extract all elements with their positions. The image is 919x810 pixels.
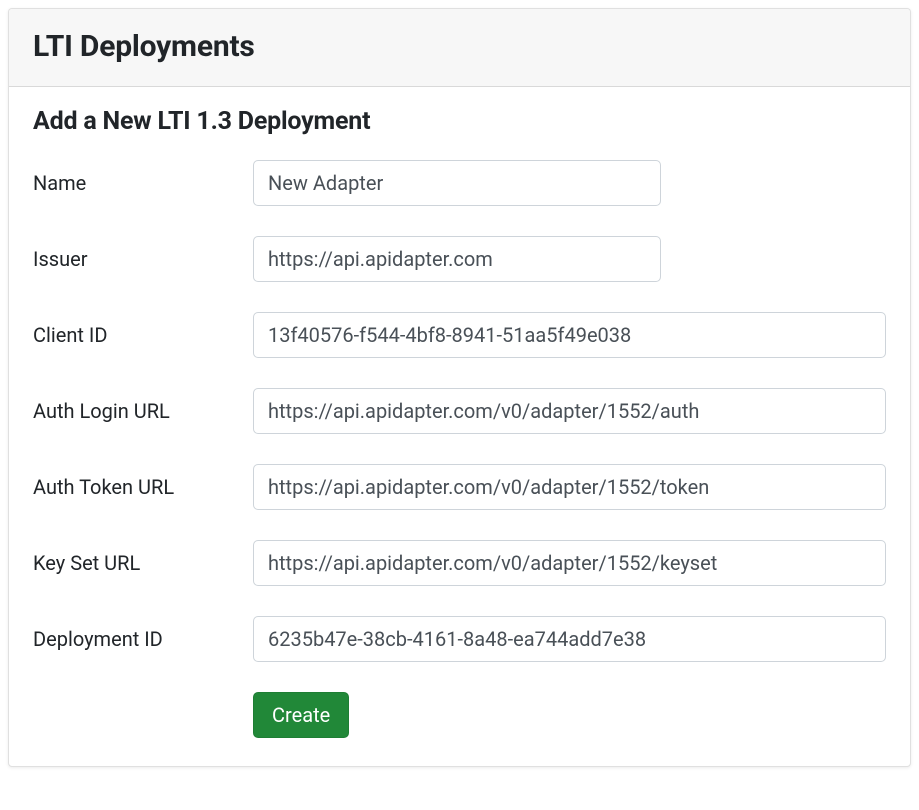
label-key-set-url: Key Set URL	[33, 551, 253, 575]
input-auth-token-url[interactable]	[253, 464, 886, 510]
label-client-id: Client ID	[33, 323, 253, 347]
label-name: Name	[33, 171, 253, 195]
input-auth-login-url[interactable]	[253, 388, 886, 434]
card-header: LTI Deployments	[9, 9, 910, 87]
input-key-set-url[interactable]	[253, 540, 886, 586]
form-actions: Create	[253, 692, 886, 738]
input-name[interactable]	[253, 160, 661, 206]
label-auth-token-url: Auth Token URL	[33, 475, 253, 499]
row-name: Name	[33, 160, 886, 206]
row-key-set-url: Key Set URL	[33, 540, 886, 586]
row-deployment-id: Deployment ID	[33, 616, 886, 662]
lti-deployments-card: LTI Deployments Add a New LTI 1.3 Deploy…	[8, 8, 911, 767]
input-issuer[interactable]	[253, 236, 661, 282]
label-deployment-id: Deployment ID	[33, 627, 253, 651]
card-body: Add a New LTI 1.3 Deployment Name Issuer…	[9, 87, 910, 766]
row-issuer: Issuer	[33, 236, 886, 282]
create-button[interactable]: Create	[253, 692, 349, 738]
row-client-id: Client ID	[33, 312, 886, 358]
label-issuer: Issuer	[33, 247, 253, 271]
row-auth-token-url: Auth Token URL	[33, 464, 886, 510]
input-deployment-id[interactable]	[253, 616, 886, 662]
label-auth-login-url: Auth Login URL	[33, 399, 253, 423]
page-title: LTI Deployments	[33, 29, 886, 64]
form-heading: Add a New LTI 1.3 Deployment	[33, 107, 886, 136]
row-auth-login-url: Auth Login URL	[33, 388, 886, 434]
input-client-id[interactable]	[253, 312, 886, 358]
